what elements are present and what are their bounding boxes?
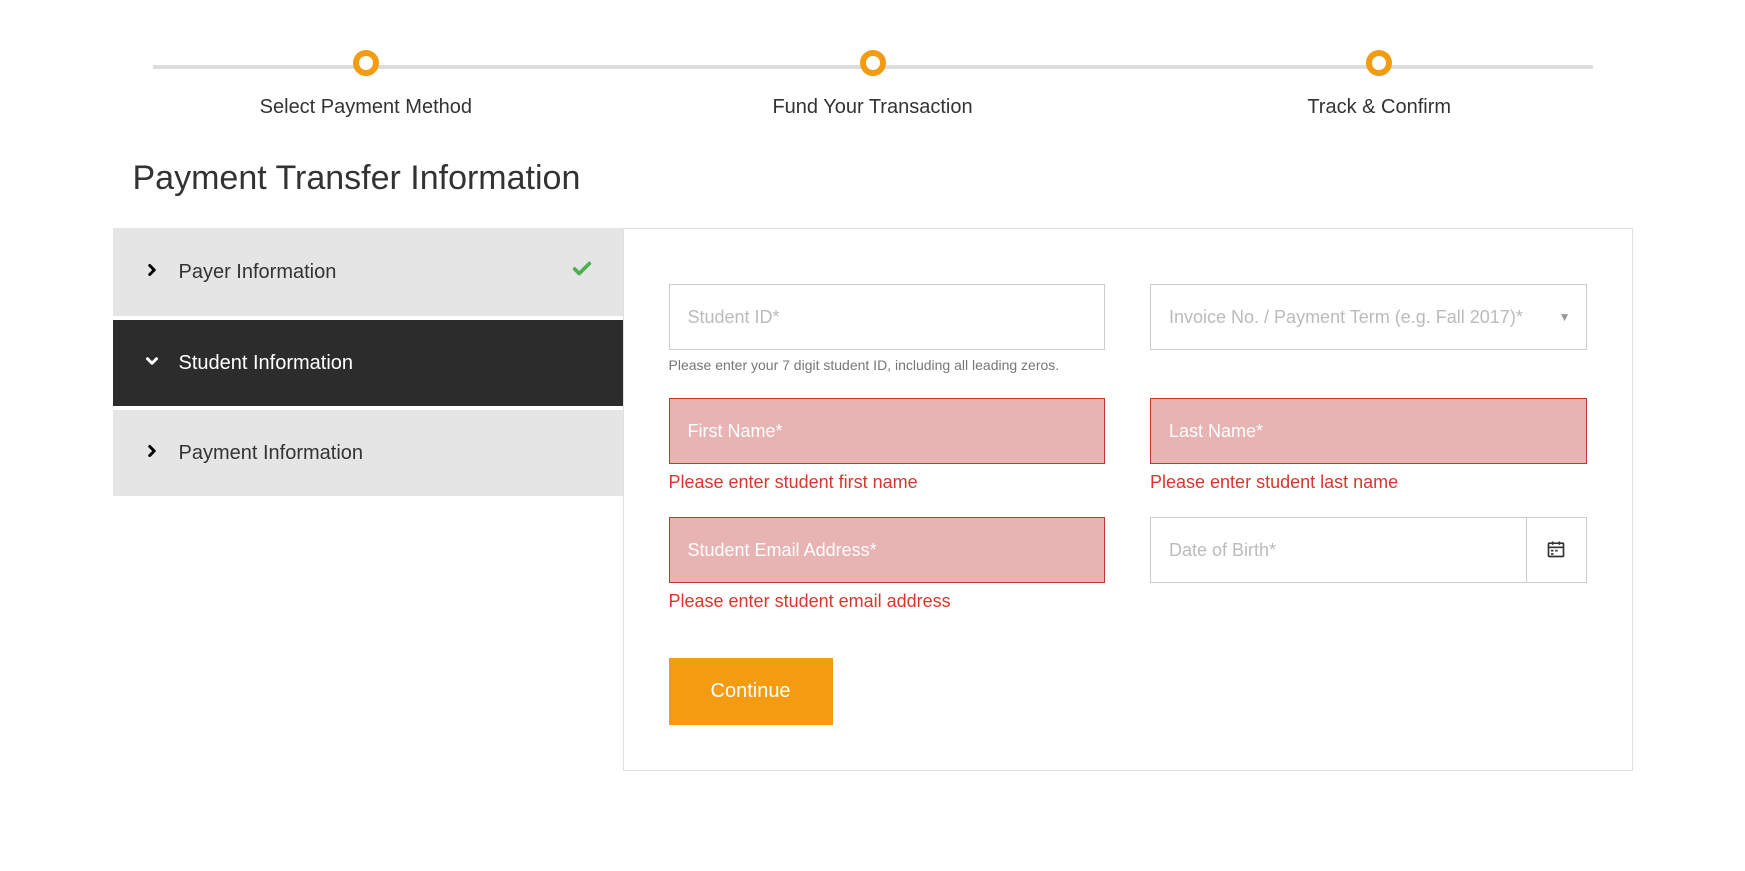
step-circle-icon: [1366, 50, 1392, 76]
field-first-name: Please enter student first name: [669, 398, 1106, 493]
step-label: Fund Your Transaction: [619, 96, 1126, 119]
student-id-input[interactable]: [669, 284, 1106, 350]
sidebar-item-label: Payer Information: [179, 261, 571, 284]
form-panel: Please enter your 7 digit student ID, in…: [623, 228, 1633, 771]
calendar-button[interactable]: [1527, 517, 1587, 583]
step-label: Track & Confirm: [1126, 96, 1633, 119]
last-name-error: Please enter student last name: [1150, 472, 1587, 493]
email-input[interactable]: [669, 517, 1106, 583]
page-title: Payment Transfer Information: [133, 159, 1633, 198]
sidebar-item-label: Student Information: [179, 352, 593, 375]
step-select-payment: Select Payment Method: [113, 50, 620, 119]
step-fund-transaction: Fund Your Transaction: [619, 50, 1126, 119]
progress-stepper: Select Payment Method Fund Your Transact…: [113, 20, 1633, 119]
field-email: Please enter student email address: [669, 517, 1106, 612]
step-circle-icon: [860, 50, 886, 76]
sidebar-item-label: Payment Information: [179, 442, 593, 465]
field-dob: [1150, 517, 1587, 612]
first-name-input[interactable]: [669, 398, 1106, 464]
sidebar-item-payer[interactable]: Payer Information: [113, 228, 623, 320]
chevron-right-icon: [143, 259, 179, 285]
step-track-confirm: Track & Confirm: [1126, 50, 1633, 119]
step-circle-icon: [353, 50, 379, 76]
field-invoice: ▼: [1150, 284, 1587, 374]
field-last-name: Please enter student last name: [1150, 398, 1587, 493]
last-name-input[interactable]: [1150, 398, 1587, 464]
chevron-down-icon: [143, 350, 179, 376]
sidebar-item-student[interactable]: Student Information: [113, 320, 623, 410]
student-id-hint: Please enter your 7 digit student ID, in…: [669, 356, 1106, 374]
email-error: Please enter student email address: [669, 591, 1106, 612]
field-student-id: Please enter your 7 digit student ID, in…: [669, 284, 1106, 374]
check-icon: [571, 258, 593, 286]
section-sidebar: Payer Information Student Information Pa…: [113, 228, 623, 771]
first-name-error: Please enter student first name: [669, 472, 1106, 493]
step-label: Select Payment Method: [113, 96, 620, 119]
invoice-select[interactable]: [1150, 284, 1587, 350]
dob-input[interactable]: [1150, 517, 1527, 583]
continue-button[interactable]: Continue: [669, 658, 833, 725]
chevron-right-icon: [143, 440, 179, 466]
calendar-icon: [1546, 539, 1566, 562]
sidebar-item-payment[interactable]: Payment Information: [113, 410, 623, 500]
